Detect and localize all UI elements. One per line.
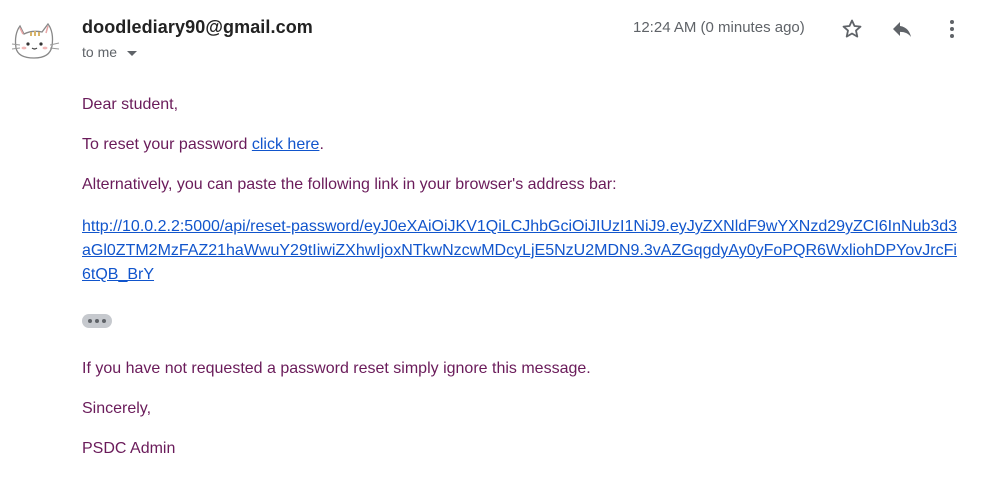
reply-icon: [893, 22, 911, 37]
reset-suffix: .: [319, 136, 324, 153]
recipient-dropdown[interactable]: to me: [82, 44, 138, 60]
dot-icon: [88, 319, 92, 323]
dot-icon: [95, 319, 99, 323]
alternative-instructions: Alternatively, you can paste the followi…: [82, 176, 617, 193]
star-button[interactable]: [837, 14, 867, 44]
more-options-button[interactable]: [937, 14, 967, 44]
ignore-message: If you have not requested a password res…: [82, 360, 591, 377]
reply-button[interactable]: [887, 14, 917, 44]
reset-url-link[interactable]: http://10.0.2.2:5000/api/reset-password/…: [82, 215, 962, 287]
sender-email[interactable]: doodlediary90@gmail.com: [82, 17, 313, 38]
recipient-label: to me: [82, 44, 118, 60]
closing: Sincerely,: [82, 400, 152, 417]
cat-avatar-icon: [10, 18, 62, 62]
click-here-link[interactable]: click here: [252, 136, 320, 153]
show-trimmed-content-button[interactable]: [82, 314, 112, 328]
caret-down-icon: [127, 50, 138, 56]
star-icon: [842, 19, 862, 38]
signature: PSDC Admin: [82, 440, 176, 457]
greeting: Dear student,: [82, 96, 179, 113]
more-vert-icon: [950, 20, 954, 38]
dot-icon: [102, 319, 106, 323]
timestamp: 12:24 AM (0 minutes ago): [633, 19, 805, 36]
reset-line: To reset your password click here.: [82, 135, 324, 155]
reset-prefix: To reset your password: [82, 136, 252, 153]
